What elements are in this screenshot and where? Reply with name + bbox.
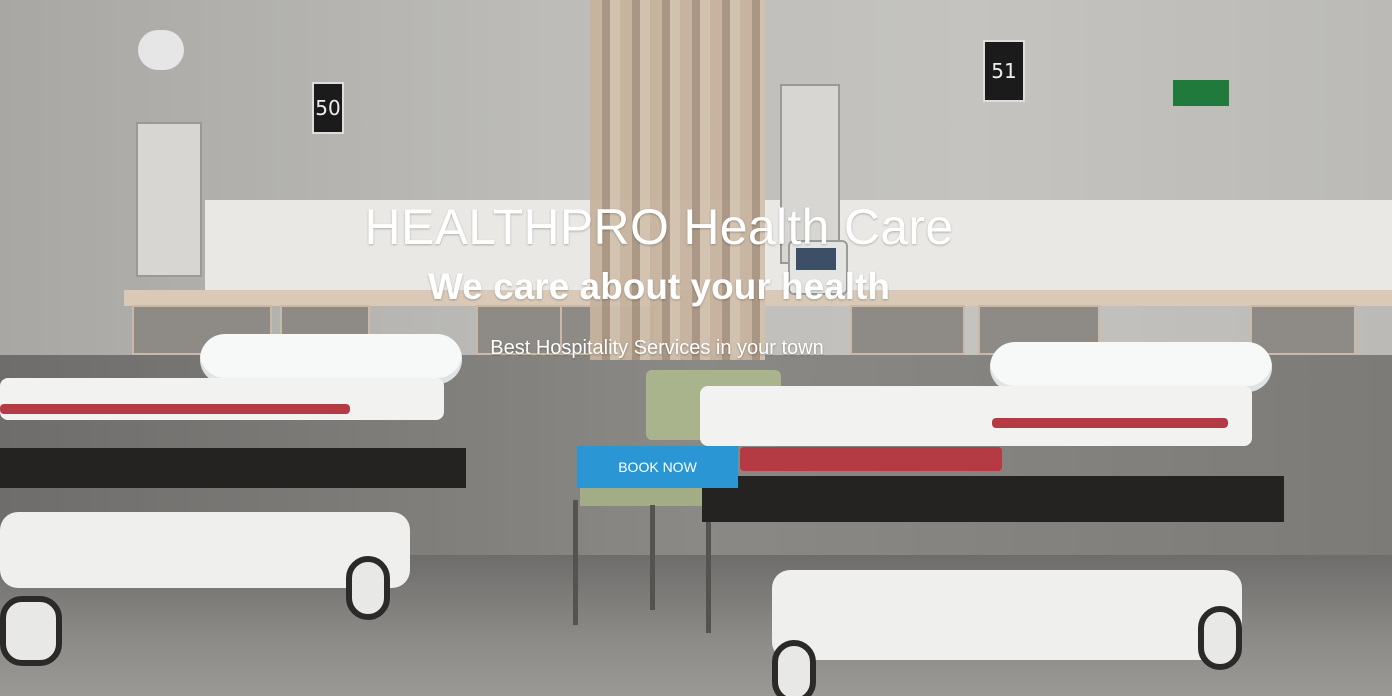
bed-frame xyxy=(0,448,466,488)
chair-leg xyxy=(706,505,711,633)
chair-seat xyxy=(580,486,720,506)
room-number-text: 50 xyxy=(315,96,341,120)
room-number-sign: 51 xyxy=(983,40,1025,102)
bed-rail xyxy=(0,404,350,414)
bed-wheel-icon xyxy=(1198,606,1242,670)
bed-mattress xyxy=(700,386,1252,446)
chair-leg xyxy=(650,505,655,610)
bed-wheel-icon xyxy=(346,556,390,620)
equipment-rack xyxy=(780,84,840,264)
gas-panel xyxy=(476,305,568,355)
room-number-text: 51 xyxy=(991,59,1017,83)
bed-frame xyxy=(702,476,1284,522)
hero-section: 50 51 HEALTHPRO Health Care We care abou… xyxy=(0,0,1392,696)
bed-wheel-icon xyxy=(772,640,816,696)
gas-panel xyxy=(850,305,965,355)
pillow xyxy=(200,334,462,384)
bed-wheel-icon xyxy=(0,596,62,666)
book-now-button[interactable]: BOOK NOW xyxy=(577,446,738,488)
bed-rail xyxy=(740,447,1002,471)
bed-rail xyxy=(992,418,1228,428)
monitor-screen xyxy=(796,248,836,270)
chair-leg xyxy=(573,500,578,625)
equipment-rack xyxy=(136,122,202,277)
pillow xyxy=(990,342,1272,392)
exit-sign-icon xyxy=(1173,80,1229,106)
bed-base xyxy=(772,570,1242,660)
security-camera-icon xyxy=(138,30,184,70)
privacy-curtain xyxy=(590,0,765,360)
gas-panel xyxy=(1250,305,1356,355)
room-number-sign: 50 xyxy=(312,82,344,134)
